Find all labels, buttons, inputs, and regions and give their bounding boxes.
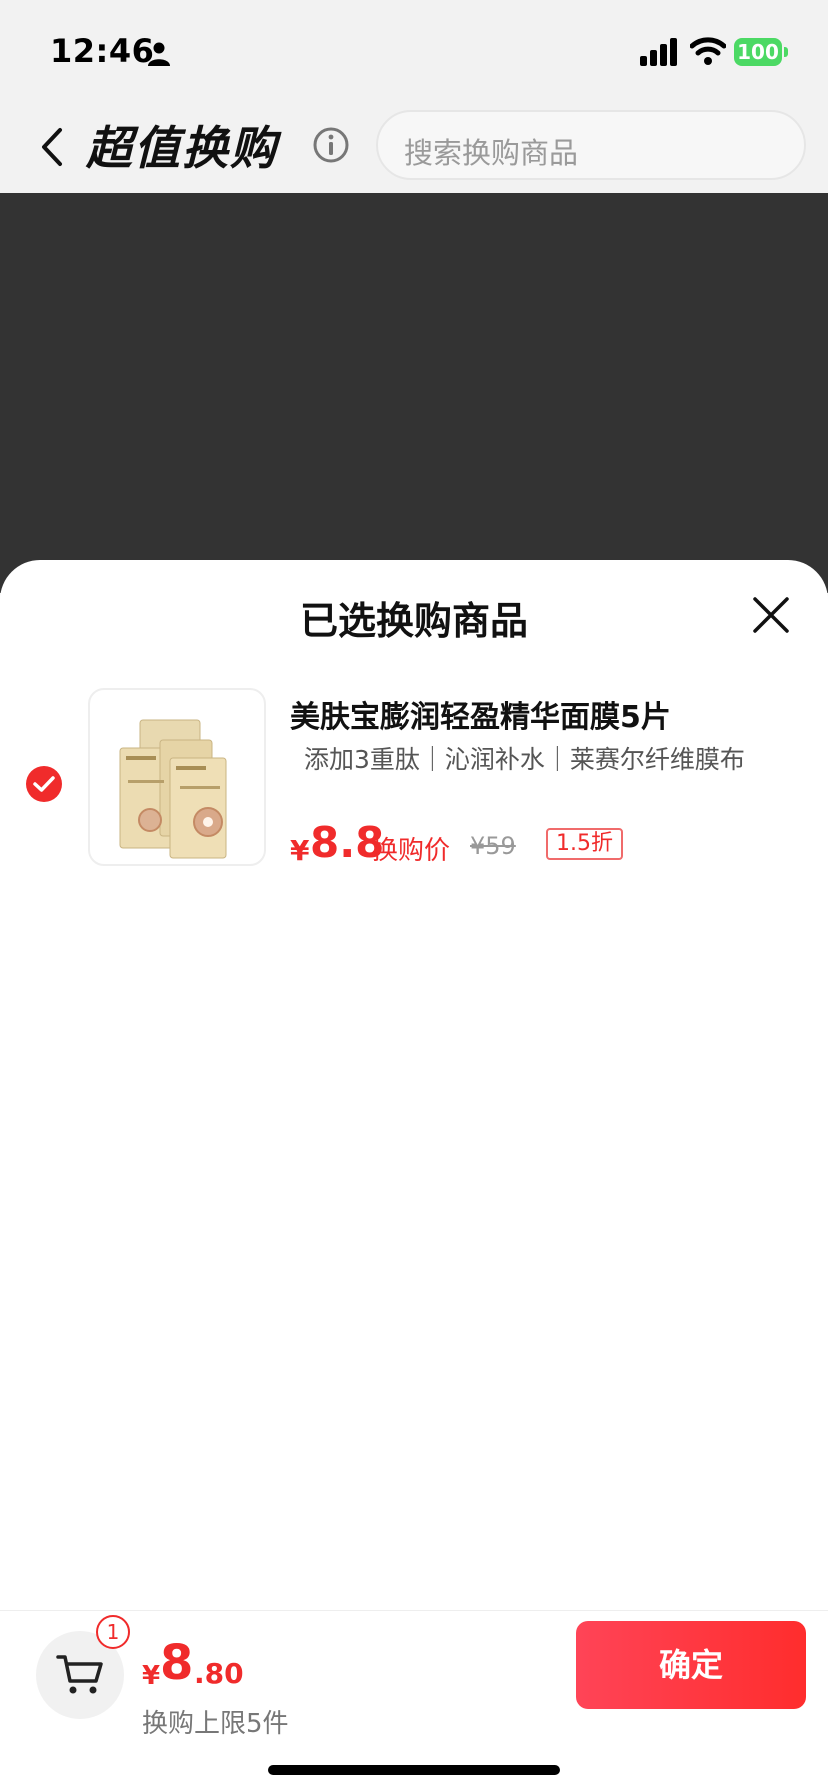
selected-items-sheet: 已选换购商品 美肤宝膨润轻盈精华面膜5片 添加3重肽｜沁润补水｜莱赛尔纤维膜布 … bbox=[0, 560, 828, 1792]
modal-overlay[interactable] bbox=[0, 193, 828, 593]
face-mask-product-image bbox=[119, 719, 227, 859]
shopping-cart-icon bbox=[56, 1655, 103, 1694]
sheet-title: 已选换购商品 bbox=[299, 599, 528, 643]
status-bar: 12:46 100 bbox=[0, 0, 828, 100]
back-arrow-icon[interactable] bbox=[36, 124, 70, 170]
exchange-limit-text: 换购上限5件 bbox=[142, 1709, 289, 1739]
total-price-integer: 8 bbox=[160, 1635, 194, 1691]
total-price-decimal: .80 bbox=[194, 1657, 244, 1690]
search-input[interactable]: 搜索换购商品 bbox=[376, 110, 806, 180]
cart-count-badge: 1 bbox=[96, 1615, 130, 1649]
bottom-bar: 1 ¥ 8 .80 换购上限5件 确定 bbox=[0, 1610, 828, 1792]
battery-level: 100 bbox=[734, 38, 782, 66]
price-currency: ¥ bbox=[290, 834, 310, 867]
total-currency: ¥ bbox=[142, 1661, 161, 1691]
selected-item-row[interactable]: 美肤宝膨润轻盈精华面膜5片 添加3重肽｜沁润补水｜莱赛尔纤维膜布 ¥ 8.8 换… bbox=[0, 688, 828, 878]
original-price: ¥59 bbox=[470, 832, 516, 860]
product-name[interactable]: 美肤宝膨润轻盈精华面膜5片 bbox=[290, 692, 671, 736]
close-icon[interactable] bbox=[752, 596, 790, 634]
home-indicator bbox=[268, 1765, 560, 1775]
checked-checkbox-icon[interactable] bbox=[26, 766, 62, 802]
search-placeholder: 搜索换购商品 bbox=[404, 136, 579, 170]
info-icon[interactable] bbox=[312, 126, 350, 164]
product-thumbnail[interactable] bbox=[88, 688, 266, 866]
page-title: 超值换购 bbox=[86, 121, 278, 175]
exchange-price-label: 换购价 bbox=[372, 836, 451, 866]
nav-bar: 超值换购 搜索换购商品 bbox=[0, 100, 828, 193]
battery-tip bbox=[784, 47, 788, 57]
battery-icon: 100 bbox=[734, 38, 788, 66]
confirm-button[interactable]: 确定 bbox=[576, 1621, 806, 1709]
cellular-signal-icon bbox=[640, 38, 677, 66]
wifi-icon bbox=[690, 37, 726, 65]
person-icon bbox=[148, 42, 170, 66]
discount-badge: 1.5折 bbox=[546, 828, 623, 860]
status-time: 12:46 bbox=[50, 32, 155, 70]
product-tags: 添加3重肽｜沁润补水｜莱赛尔纤维膜布 bbox=[304, 745, 745, 774]
